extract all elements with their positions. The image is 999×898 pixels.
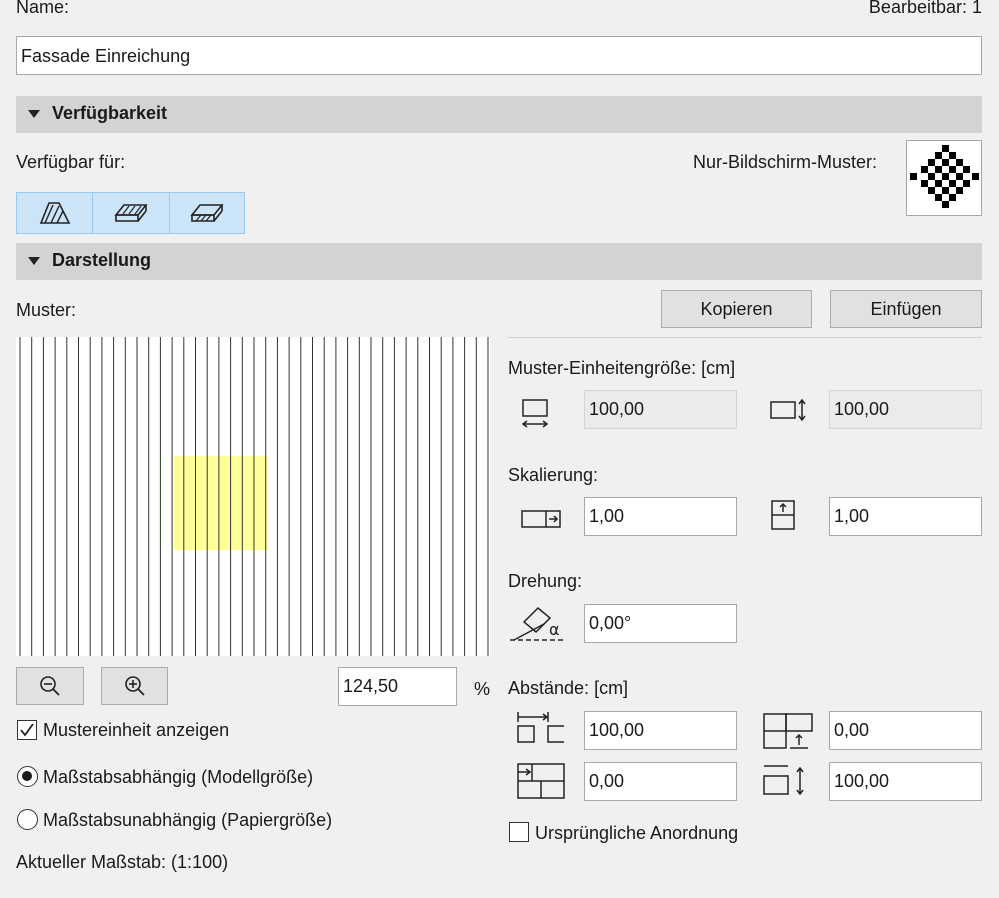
- svg-text:α: α: [549, 620, 560, 639]
- scale-x-input[interactable]: 1,00: [584, 497, 737, 536]
- unit-size-label: Muster-Einheitengröße: [cm]: [508, 358, 736, 378]
- availability-section-header[interactable]: Verfügbarkeit: [16, 96, 982, 133]
- spacing-offset-icon: [763, 713, 813, 749]
- pattern-label: Muster:: [16, 300, 77, 320]
- unit-width-icon: [521, 399, 549, 428]
- original-arrangement-checkbox[interactable]: [509, 822, 529, 842]
- cut-fill-toggle[interactable]: [16, 192, 93, 234]
- cut-fill-icon: [39, 202, 70, 224]
- zoom-input[interactable]: 124,50: [338, 667, 457, 706]
- scaling-label: Skalierung:: [508, 465, 599, 485]
- copy-button[interactable]: Kopieren: [661, 290, 812, 328]
- cover-fill-toggle[interactable]: [92, 192, 170, 234]
- scale-vertical-icon: [771, 500, 795, 530]
- spacing-1-input[interactable]: 100,00: [584, 711, 737, 750]
- availability-section-title: Verfügbarkeit: [52, 103, 168, 123]
- divider: [508, 337, 982, 338]
- show-unit-label[interactable]: Mustereinheit anzeigen: [43, 719, 229, 741]
- drafting-fill-toggle[interactable]: [169, 192, 245, 234]
- show-unit-checkbox[interactable]: [17, 720, 37, 740]
- scale-y-input[interactable]: 1,00: [829, 497, 982, 536]
- collapse-triangle-icon: [28, 257, 40, 265]
- zoom-out-button[interactable]: [16, 667, 84, 705]
- name-label: Name:: [16, 0, 70, 17]
- diamond-pattern-icon: [910, 145, 979, 208]
- pattern-preview[interactable]: [16, 337, 490, 656]
- scale-dependent-label[interactable]: Maßstabsabhängig (Modellgröße): [43, 766, 313, 788]
- spacing-3-input[interactable]: 0,00: [584, 762, 737, 801]
- unit-height-icon: [770, 398, 806, 422]
- current-scale-label: Aktueller Maßstab: (1:100): [16, 852, 229, 872]
- scale-independent-label[interactable]: Maßstabsunabhängig (Papiergröße): [43, 809, 332, 831]
- unit-width-field[interactable]: 100,00: [584, 390, 737, 429]
- paste-button[interactable]: Einfügen: [830, 290, 982, 328]
- scale-dependent-radio[interactable]: [17, 766, 38, 787]
- zoom-in-button[interactable]: [101, 667, 168, 705]
- zoom-unit-label: %: [474, 679, 491, 699]
- spacing-brick-icon: [517, 763, 565, 799]
- radio-selected-dot: [22, 771, 32, 781]
- checkmark-icon: [20, 723, 34, 737]
- scale-horizontal-icon: [521, 510, 561, 528]
- zoom-in-icon: [124, 676, 145, 696]
- cover-fill-icon: [114, 204, 148, 222]
- rotation-label: Drehung:: [508, 571, 583, 591]
- scale-independent-radio[interactable]: [17, 809, 38, 830]
- name-input[interactable]: Fassade Einreichung: [16, 36, 982, 75]
- screen-pattern-label: Nur-Bildschirm-Muster:: [693, 152, 878, 172]
- original-arrangement-label[interactable]: Ursprüngliche Anordnung: [535, 822, 738, 844]
- display-section-header[interactable]: Darstellung: [16, 243, 982, 280]
- rotation-input[interactable]: 0,00°: [584, 604, 737, 643]
- screen-pattern-swatch[interactable]: [906, 140, 982, 216]
- rotation-angle-icon: α: [510, 606, 566, 641]
- display-section-title: Darstellung: [52, 250, 152, 270]
- unit-height-field[interactable]: 100,00: [829, 390, 982, 429]
- available-for-label: Verfügbar für:: [16, 152, 126, 172]
- zoom-out-icon: [40, 676, 60, 696]
- drafting-fill-icon: [190, 204, 224, 222]
- spacing-horizontal-icon: [517, 712, 564, 743]
- collapse-triangle-icon: [28, 110, 40, 118]
- spacing-2-input[interactable]: 0,00: [829, 711, 982, 750]
- spacing-label: Abstände: [cm]: [508, 678, 629, 698]
- editable-count-label: Bearbeitbar: 1: [868, 0, 982, 17]
- spacing-vertical-icon: [763, 765, 804, 796]
- vertical-lines-pattern: [19, 337, 489, 656]
- spacing-4-input[interactable]: 100,00: [829, 762, 982, 801]
